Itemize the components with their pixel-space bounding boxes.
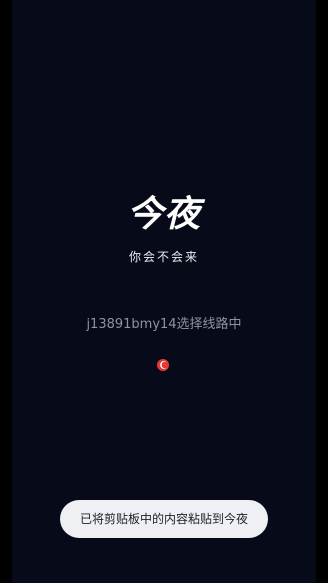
splash-screen: 今夜 你会不会来 j13891bmy14选择线路中 已将剪贴板中的内容粘贴到今夜 (12, 0, 316, 583)
route-selection-status: j13891bmy14选择线路中 (86, 317, 242, 332)
app-slogan: 你会不会来 (128, 250, 199, 264)
loading-spinner-icon (157, 359, 169, 371)
app-logo: 今夜 (126, 194, 201, 235)
clipboard-toast: 已将剪贴板中的内容粘贴到今夜 (60, 500, 268, 538)
